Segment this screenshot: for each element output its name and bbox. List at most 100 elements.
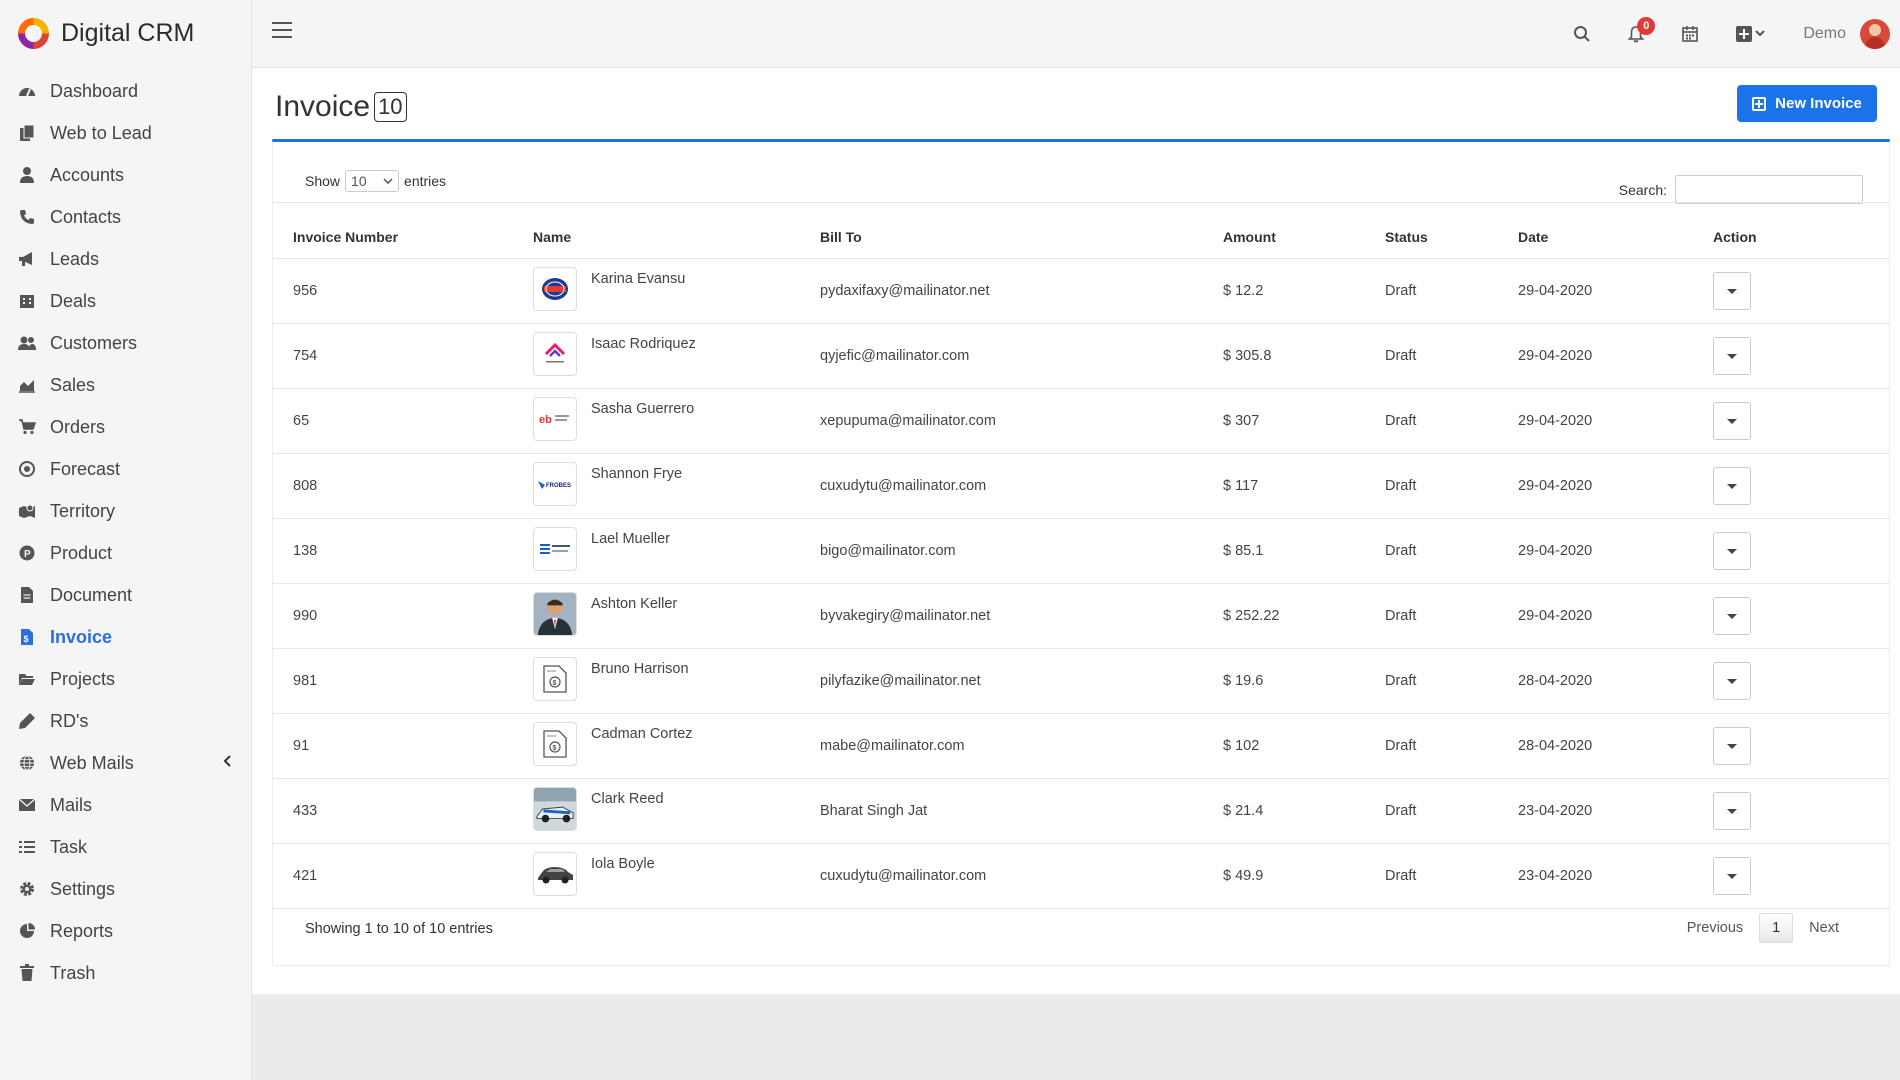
notification-bell-icon[interactable]: 0 — [1627, 17, 1656, 43]
caret-down-icon — [1727, 808, 1737, 814]
bill-to-cell: Bharat Singh Jat — [820, 778, 1223, 844]
sidebar-item-settings[interactable]: Settings — [0, 868, 251, 910]
sidebar-item-task[interactable]: Task — [0, 826, 251, 868]
row-action-dropdown-button[interactable] — [1713, 662, 1751, 700]
column-header-bill-to[interactable]: Bill To — [820, 202, 1223, 259]
action-cell — [1713, 648, 1889, 714]
entries-select-value: 10 — [351, 173, 367, 189]
column-header-amount[interactable]: Amount — [1223, 202, 1385, 259]
calendar-icon[interactable] — [1681, 25, 1699, 43]
gear-icon — [16, 879, 38, 899]
column-header-status[interactable]: Status — [1385, 202, 1518, 259]
sidebar-item-rd-s[interactable]: RD's — [0, 700, 251, 742]
sidebar-item-orders[interactable]: Orders — [0, 406, 251, 448]
sidebar-item-invoice[interactable]: $ Invoice — [0, 616, 251, 658]
amount-cell: $ 85.1 — [1223, 518, 1385, 584]
client-name[interactable]: Iola Boyle — [591, 852, 655, 872]
page-1-button[interactable]: 1 — [1759, 913, 1794, 943]
amount-cell: $ 49.9 — [1223, 843, 1385, 909]
row-action-dropdown-button[interactable] — [1713, 792, 1751, 830]
row-action-dropdown-button[interactable] — [1713, 857, 1751, 895]
row-action-dropdown-button[interactable] — [1713, 532, 1751, 570]
date-cell: 29-04-2020 — [1518, 323, 1713, 389]
eb-logo: eb — [533, 397, 577, 441]
client-name[interactable]: Shannon Frye — [591, 462, 682, 482]
avatar[interactable] — [1860, 19, 1890, 49]
client-name[interactable]: Clark Reed — [591, 787, 664, 807]
row-action-dropdown-button[interactable] — [1713, 402, 1751, 440]
sidebar-item-web-to-lead[interactable]: Web to Lead — [0, 112, 251, 154]
table-row: 990 Ashton Keller byvakegiry@mailinator.ne… — [273, 583, 1889, 649]
sidebar: Digital CRM Dashboard Web to Lead Accounts… — [0, 0, 252, 1080]
entries-select[interactable]: 10 — [345, 170, 400, 192]
client-name[interactable]: Karina Evansu — [591, 267, 685, 287]
folder-open-icon — [16, 669, 38, 689]
column-header-invoice-number[interactable]: Invoice Number — [273, 202, 533, 259]
sidebar-item-label: Web Mails — [50, 752, 134, 773]
quick-add-dropdown-icon[interactable] — [1735, 25, 1767, 43]
name-cell: Karina Evansu — [533, 258, 820, 324]
svg-text:eb: eb — [539, 414, 552, 426]
map-marker-icon — [16, 501, 38, 521]
client-name[interactable]: Sasha Guerrero — [591, 397, 694, 417]
sidebar-item-accounts[interactable]: Accounts — [0, 154, 251, 196]
new-invoice-button[interactable]: New Invoice — [1737, 85, 1877, 122]
sidebar-item-deals[interactable]: Deals — [0, 280, 251, 322]
name-cell: $ Cadman Cortez — [533, 713, 820, 779]
search-input[interactable] — [1675, 175, 1863, 204]
client-name[interactable]: Lael Mueller — [591, 527, 670, 547]
client-name[interactable]: Isaac Rodriquez — [591, 332, 696, 352]
sidebar-item-dashboard[interactable]: Dashboard — [0, 70, 251, 112]
invoice-number-cell: 421 — [273, 843, 533, 909]
row-action-dropdown-button[interactable] — [1713, 337, 1751, 375]
client-name[interactable]: Bruno Harrison — [591, 657, 689, 677]
sidebar-item-territory[interactable]: Territory — [0, 490, 251, 532]
client-name[interactable]: Ashton Keller — [591, 592, 677, 612]
client-name[interactable]: Cadman Cortez — [591, 722, 693, 742]
user-name[interactable]: Demo — [1803, 25, 1846, 43]
invoice-number-cell: 65 — [273, 388, 533, 454]
bullhorn-icon — [16, 249, 38, 269]
menu-toggle-icon[interactable] — [272, 22, 292, 40]
sidebar-item-label: Reports — [50, 920, 114, 941]
row-action-dropdown-button[interactable] — [1713, 272, 1751, 310]
status-cell: Draft — [1385, 388, 1518, 454]
sidebar-item-mails[interactable]: Mails — [0, 784, 251, 826]
sidebar-item-product[interactable]: P Product — [0, 532, 251, 574]
brand[interactable]: Digital CRM — [0, 0, 251, 67]
badge-logo — [533, 267, 577, 311]
sidebar-item-leads[interactable]: Leads — [0, 238, 251, 280]
brand-logo-icon — [18, 18, 49, 49]
column-header-date[interactable]: Date — [1518, 202, 1713, 259]
sidebar-item-label: Customers — [50, 332, 138, 353]
search-label: Search: — [1618, 181, 1667, 198]
house-logo — [533, 332, 577, 376]
sidebar-item-trash[interactable]: Trash — [0, 952, 251, 994]
car-logo — [533, 852, 577, 896]
pie-chart-icon — [16, 921, 38, 941]
sidebar-item-projects[interactable]: Projects — [0, 658, 251, 700]
invoice-number-cell: 990 — [273, 583, 533, 649]
new-invoice-label: New Invoice — [1775, 95, 1862, 112]
trash-icon — [16, 963, 38, 983]
action-cell — [1713, 323, 1889, 389]
table-header-row: Invoice Number Name Bill To Amount Statu… — [273, 202, 1889, 259]
row-action-dropdown-button[interactable] — [1713, 597, 1751, 635]
bill-to-cell: cuxudytu@mailinator.com — [820, 453, 1223, 519]
sidebar-item-web-mails[interactable]: Web Mails — [0, 742, 251, 784]
sidebar-item-customers[interactable]: Customers — [0, 322, 251, 364]
sidebar-item-forecast[interactable]: Forecast — [0, 448, 251, 490]
previous-page-button[interactable]: Previous — [1687, 920, 1743, 936]
sidebar-item-reports[interactable]: Reports — [0, 910, 251, 952]
column-header-name[interactable]: Name — [533, 202, 820, 259]
next-page-button[interactable]: Next — [1809, 920, 1839, 936]
invoice-number-cell: 981 — [273, 648, 533, 714]
sidebar-item-sales[interactable]: Sales — [0, 364, 251, 406]
sidebar-item-document[interactable]: Document — [0, 574, 251, 616]
sidebar-item-contacts[interactable]: Contacts — [0, 196, 251, 238]
row-action-dropdown-button[interactable] — [1713, 727, 1751, 765]
chevron-left-icon[interactable] — [223, 754, 231, 772]
row-action-dropdown-button[interactable] — [1713, 467, 1751, 505]
caret-down-icon — [1727, 743, 1737, 749]
search-icon[interactable] — [1573, 25, 1591, 43]
